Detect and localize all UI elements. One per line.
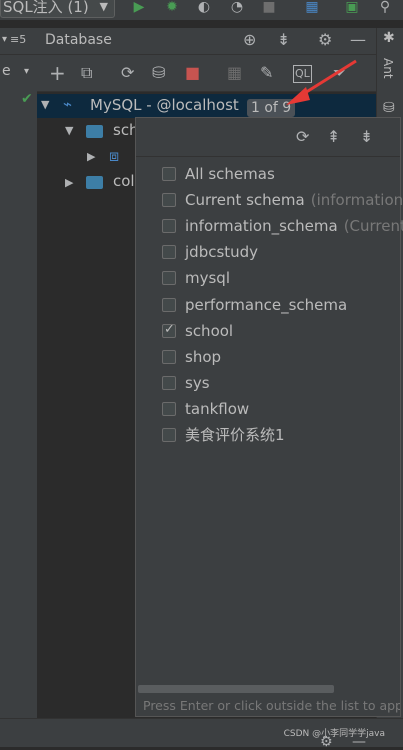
database-panel-header: Database ⊕ ⇟ ⚙ —	[37, 28, 376, 55]
schema-checkbox[interactable]	[162, 219, 176, 233]
expand-arrow-icon[interactable]: ▼	[65, 124, 73, 137]
data-source-properties-icon[interactable]: ⛁	[152, 65, 165, 81]
annotation-arrow	[286, 59, 357, 105]
schema-checkbox[interactable]	[162, 350, 176, 364]
left-dropdown-label: e	[2, 63, 11, 79]
expand-arrow-icon[interactable]: ▼	[41, 98, 49, 111]
left-dropdown[interactable]: e ▾	[0, 63, 37, 85]
status-bar: ⚙ — CSDN @小李同学学java	[0, 718, 403, 750]
schema-folder-icon	[86, 125, 103, 138]
left-tool-strip	[0, 28, 38, 718]
schema-checkbox[interactable]	[162, 193, 176, 207]
schema-name: sys	[185, 374, 210, 392]
schema-option-label: jdbcstudy	[185, 241, 258, 263]
structure-count: ≡5	[10, 33, 27, 46]
schema-option-label: information_schema (Current	[185, 215, 403, 237]
refresh-icon[interactable]: ⟳	[296, 129, 309, 145]
schema-name: shop	[185, 348, 222, 366]
ant-tab-label[interactable]: Ant	[381, 58, 395, 79]
tree-root-label: MySQL - @localhost	[90, 96, 239, 114]
minimize-icon[interactable]: —	[350, 32, 366, 48]
console-icon[interactable]: ▣	[343, 0, 361, 16]
chevron-down-icon[interactable]: ▾	[2, 34, 7, 45]
crosshair-icon[interactable]: ⊕	[243, 32, 256, 48]
tree-item-collations[interactable]: col	[113, 172, 135, 190]
database-panel-title: Database	[45, 32, 112, 48]
schema-option-label: Current schema (information_	[185, 189, 403, 211]
run-configuration-dropdown[interactable]: SQL注入 (1) ▼	[0, 0, 115, 18]
stop-icon[interactable]: ■	[185, 65, 200, 81]
copy-icon[interactable]: ⧉	[81, 65, 92, 81]
profile-icon[interactable]: ◔	[228, 0, 246, 16]
schema-hint: (Current	[343, 217, 403, 235]
horizontal-scrollbar[interactable]	[136, 684, 400, 694]
left-panel-header: ▾ ≡5	[0, 28, 37, 55]
schema-name: jdbcstudy	[185, 243, 259, 261]
run-config-label: SQL注入 (1)	[3, 0, 89, 16]
build-icon[interactable]: ▦	[303, 0, 321, 16]
main-toolbar: SQL注入 (1) ▼ ▶ ✹ ◐ ◔ ■ ▦ ▣ ⚲	[0, 0, 403, 21]
schema-name: school	[185, 322, 234, 340]
schema-name: All schemas	[185, 165, 275, 183]
schema-checkbox[interactable]	[162, 322, 176, 338]
add-icon[interactable]: +	[49, 63, 66, 83]
schema-option-label: school	[185, 320, 233, 342]
schema-checkbox[interactable]	[162, 271, 176, 285]
run-icon[interactable]: ▶	[130, 0, 148, 16]
watermark: CSDN @小李同学学java	[283, 729, 385, 739]
schema-name: mysql	[185, 269, 230, 287]
schema-option-label: All schemas	[185, 163, 275, 185]
schema-option-label: mysql	[185, 267, 230, 289]
schema-checkbox[interactable]	[162, 167, 176, 181]
schema-checkbox[interactable]	[162, 428, 176, 442]
ant-icon[interactable]: ✱	[383, 30, 395, 46]
search-icon[interactable]: ⚲	[376, 0, 394, 16]
schema-option-label: sys	[185, 372, 210, 394]
schema-checkbox[interactable]	[162, 245, 176, 259]
schema-name: Current schema	[185, 191, 305, 209]
schema-option-label: performance_schema	[185, 294, 347, 316]
expand-all-icon[interactable]: ⇞	[327, 129, 340, 145]
schema-selector-popup: ⟳ ⇞ ⇟ All schemas Current schema (informat…	[135, 117, 403, 717]
refresh-icon[interactable]: ⟳	[121, 65, 134, 81]
schema-list: All schemas Current schema (information_in…	[136, 156, 403, 682]
settings-icon[interactable]: ⚙	[318, 32, 332, 48]
collapse-arrow-icon[interactable]: ▶	[87, 150, 95, 163]
table-icon[interactable]: ▦	[227, 65, 242, 81]
schema-hint: (information_	[310, 191, 403, 209]
coverage-icon[interactable]: ◐	[195, 0, 213, 16]
schema-option-label: tankflow	[185, 398, 249, 420]
collapse-arrow-icon[interactable]: ▶	[65, 176, 73, 189]
schema-name: performance_schema	[185, 296, 348, 314]
schema-checkbox[interactable]	[162, 298, 176, 312]
schema-name: tankflow	[185, 400, 250, 418]
schema-icon: ⧈	[109, 146, 120, 165]
collapse-all-icon[interactable]: ⇟	[360, 129, 373, 145]
popup-toolbar: ⟳ ⇞ ⇟	[136, 118, 400, 157]
chevron-down-icon: ▾	[24, 66, 30, 77]
collation-folder-icon	[86, 176, 103, 189]
scrollbar-thumb[interactable]	[138, 685, 334, 693]
edit-icon[interactable]: ✎	[260, 65, 273, 81]
schema-option-label: shop	[185, 346, 221, 368]
schema-name: information_schema	[185, 217, 338, 235]
collapse-icon[interactable]: ⇟	[277, 32, 290, 48]
schema-checkbox[interactable]	[162, 376, 176, 390]
popup-hint: Press Enter or click outside the list to…	[143, 698, 400, 713]
schema-name: 美食评价系统1	[185, 426, 285, 444]
stop-icon[interactable]: ■	[260, 0, 278, 16]
check-icon: ✔	[21, 91, 33, 107]
debug-icon[interactable]: ✹	[163, 0, 181, 16]
mysql-icon: ⌁	[63, 95, 73, 113]
schema-option-label: 美食评价系统1	[185, 424, 285, 446]
chevron-down-icon: ▼	[99, 0, 108, 13]
schema-checkbox[interactable]	[162, 402, 176, 416]
database-tab-icon[interactable]: ⛁	[383, 100, 395, 116]
